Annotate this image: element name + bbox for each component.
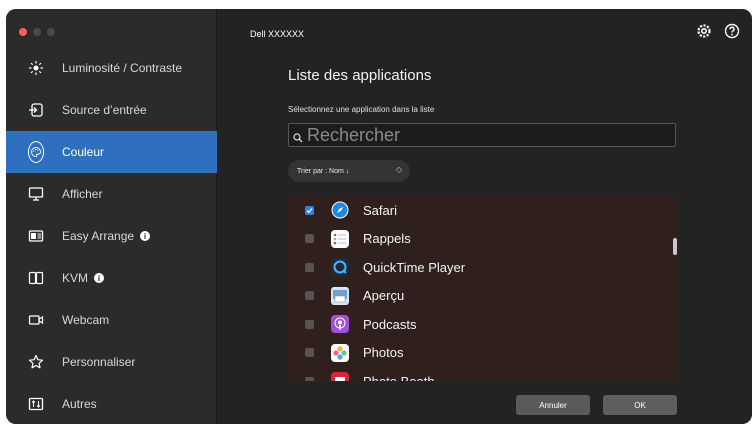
kvm-icon [28,270,44,286]
list-scrollbar[interactable] [673,238,677,255]
page-title: Liste des applications [288,67,432,84]
sidebar-item-label: Autres [62,397,97,411]
updown-chevron-icon: ◇ [395,165,402,174]
list-item[interactable]: Podcasts [288,310,678,339]
sort-label: Trier par : Nom ↓ [297,167,350,175]
sidebar-item-brightness[interactable]: Luminosité / Contraste [6,47,217,89]
sidebar-item-label: Afficher [62,187,103,201]
app-name: Safari [363,202,397,218]
sidebar-item-others[interactable]: Autres [6,383,217,424]
sidebar-item-label: Webcam [62,313,110,327]
app-name: Podcasts [363,316,417,332]
ok-button[interactable]: OK [603,395,677,415]
list-item[interactable]: QuickTime Player [288,253,678,282]
monitor-model: Dell XXXXXX [250,29,305,39]
sidebar-item-color-palette[interactable]: Couleur [6,131,217,173]
sidebar: Luminosité / Contraste Source d’entrée Cou… [6,9,217,424]
sidebar-item-label: KVM [62,271,89,285]
settings-gear-icon[interactable] [696,23,712,39]
app-checkbox[interactable] [305,319,314,329]
input-source-icon [28,102,44,118]
list-item[interactable]: Rappels [288,225,678,254]
main-panel: Dell XXXXXX Liste des applications Sélec… [218,9,752,424]
webcam-icon [28,312,44,328]
list-item[interactable]: Aperçu [288,282,678,311]
sidebar-nav: Luminosité / Contraste Source d’entrée Cou… [6,47,217,424]
reminders-icon [331,229,349,248]
help-icon[interactable] [724,23,740,39]
preview-icon [331,286,349,305]
sidebar-item-easy-arrange[interactable]: Easy Arrange i [6,215,217,257]
photo-booth-icon [331,372,349,381]
info-icon[interactable]: i [140,231,151,241]
search-input[interactable] [307,124,667,146]
zoom-window-button[interactable] [47,28,55,36]
sort-dropdown[interactable]: Trier par : Nom ↓ ◇ [288,160,410,182]
sidebar-item-label: Luminosité / Contraste [62,61,183,75]
cancel-button[interactable]: Annuler [516,395,590,415]
app-checkbox[interactable] [305,291,314,301]
sidebar-item-label: Personnaliser [62,355,136,369]
app-name: Rappels [363,231,411,247]
minimize-window-button[interactable] [33,28,41,36]
safari-icon [331,201,349,219]
sidebar-item-display[interactable]: Afficher [6,173,217,215]
sidebar-item-webcam[interactable]: Webcam [6,299,217,341]
search-icon [293,130,303,143]
sidebar-item-label: Easy Arrange [62,229,135,243]
app-checkbox[interactable] [305,234,314,244]
easy-arrange-icon [28,228,44,244]
window-controls [19,28,55,36]
close-window-button[interactable] [19,28,27,36]
app-name: Photo Booth [363,374,435,381]
display-icon [28,186,44,202]
color-palette-icon [28,141,44,163]
sidebar-item-input-source[interactable]: Source d’entrée [6,89,217,131]
list-item[interactable]: Safari [288,196,678,225]
app-checkbox[interactable] [305,262,314,272]
app-checkbox[interactable] [305,205,314,215]
list-item[interactable]: Photos [288,339,678,368]
app-name: QuickTime Player [363,259,466,275]
star-icon [28,354,44,370]
top-toolbar [696,23,740,39]
quicktime-icon [331,258,349,277]
app-name: Photos [363,345,404,361]
sidebar-item-kvm[interactable]: KVM i [6,257,217,299]
app-list[interactable]: Safari Rappels QuickTime Player Aperçu Podca… [288,196,678,381]
others-icon [28,396,44,412]
app-checkbox[interactable] [305,376,314,381]
app-name: Aperçu [363,288,405,304]
app-window: Luminosité / Contraste Source d’entrée Cou… [6,9,752,424]
info-icon[interactable]: i [94,273,105,283]
list-item[interactable]: Photo Booth [288,367,678,381]
app-checkbox[interactable] [305,348,314,358]
page-subtitle: Sélectionnez une application dans la lis… [288,105,435,114]
brightness-icon [28,60,44,76]
photos-icon [331,343,349,362]
search-box[interactable] [288,123,676,147]
sidebar-item-label: Couleur [62,145,105,159]
sidebar-item-star[interactable]: Personnaliser [6,341,217,383]
podcasts-icon [331,315,349,334]
sidebar-item-label: Source d’entrée [62,103,147,117]
